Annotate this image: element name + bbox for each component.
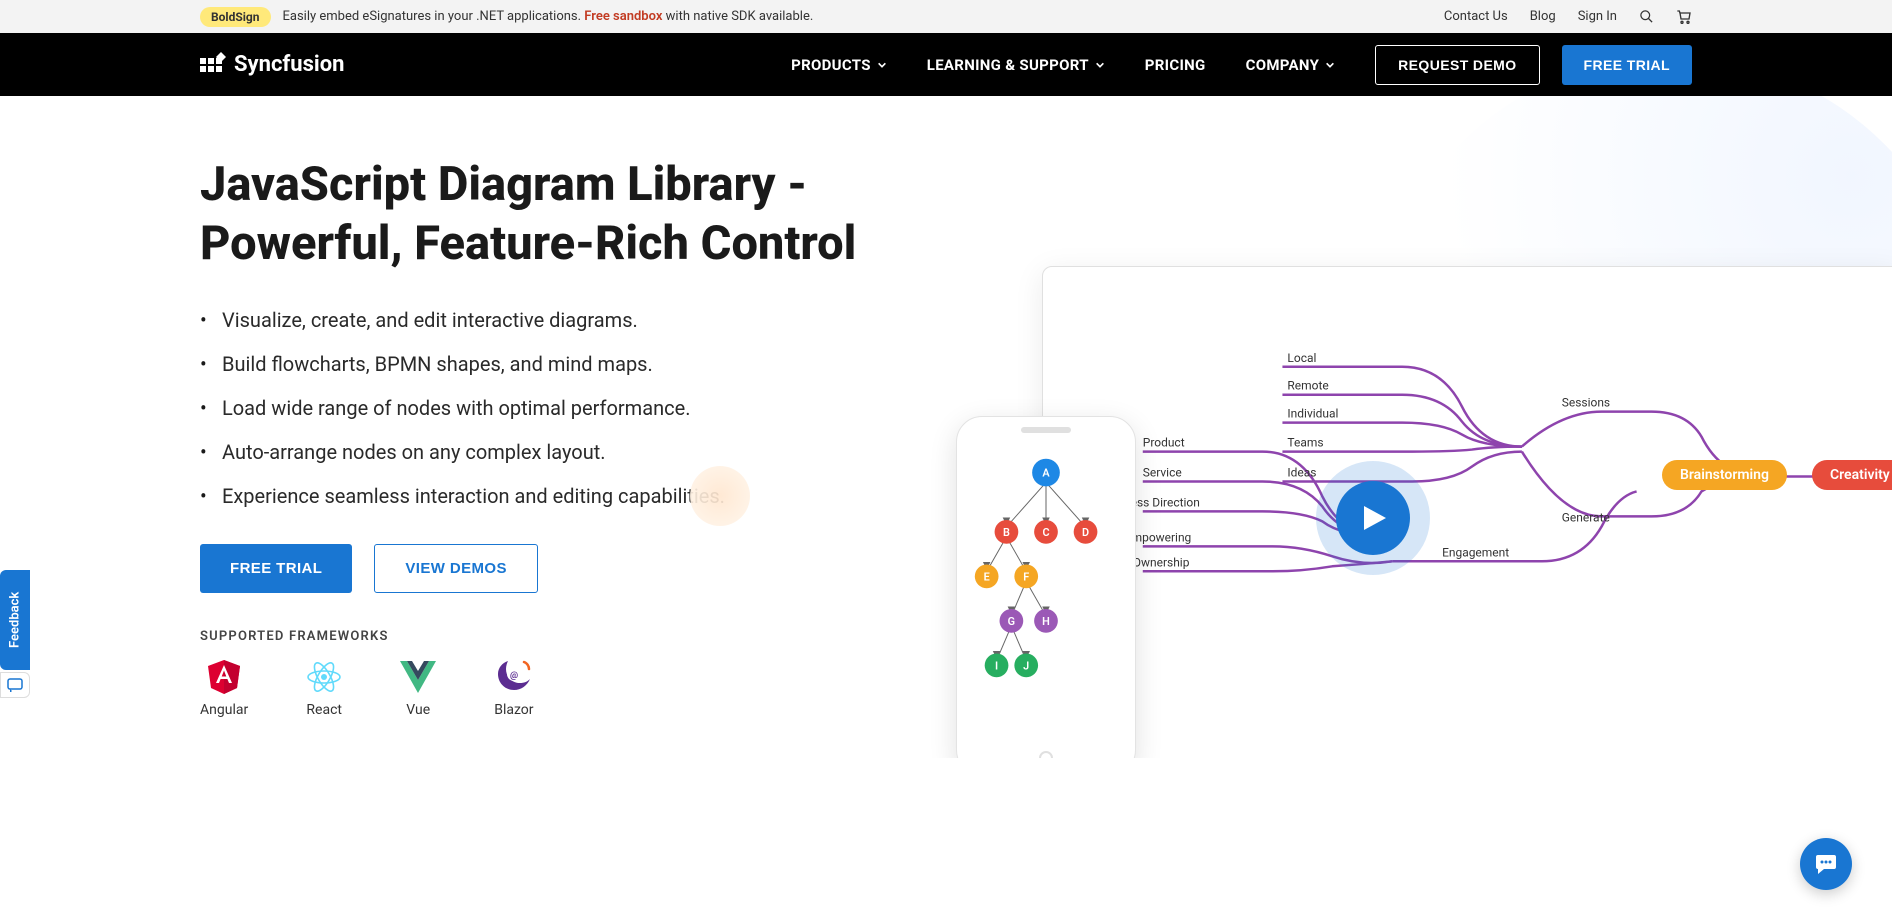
svg-text:G: G [1008, 615, 1015, 628]
chevron-down-icon [1095, 60, 1105, 70]
hero-section: JavaScript Diagram Library - Powerful, F… [0, 96, 1892, 758]
angular-icon [208, 660, 240, 694]
framework-vue[interactable]: Vue [400, 660, 436, 718]
svg-text:@: @ [510, 671, 518, 681]
react-icon [306, 660, 342, 694]
hero-illustration: Product Service Business Direction Empow… [892, 186, 1892, 746]
announcement-left: BoldSign Easily embed eSignatures in you… [200, 7, 813, 27]
announcement-text: Easily embed eSignatures in your .NET ap… [283, 9, 814, 24]
announcement-post: with native SDK available. [662, 9, 813, 24]
cart-icon[interactable] [1676, 9, 1692, 25]
framework-list: Angular React Vue @ Blazor [200, 660, 860, 718]
svg-text:Sessions: Sessions [1562, 396, 1610, 410]
svg-text:C: C [1042, 526, 1049, 539]
brainstorming-node: Brainstorming [1662, 460, 1787, 490]
framework-blazor[interactable]: @ Blazor [494, 660, 533, 718]
free-trial-hero-button[interactable]: FREE TRIAL [200, 544, 352, 593]
logo-text: Syncfusion [234, 52, 344, 77]
play-icon [1364, 506, 1386, 530]
svg-text:Engagement: Engagement [1442, 545, 1509, 559]
svg-text:Ideas: Ideas [1287, 466, 1316, 480]
svg-text:Ownership: Ownership [1133, 555, 1190, 569]
top-announcement-bar: BoldSign Easily embed eSignatures in you… [0, 0, 1892, 33]
chevron-down-icon [877, 60, 887, 70]
feedback-message-icon[interactable] [0, 672, 30, 698]
svg-text:Local: Local [1287, 351, 1316, 365]
free-sandbox-link[interactable]: Free sandbox [584, 9, 662, 24]
hero-cta-row: FREE TRIAL VIEW DEMOS [200, 544, 860, 593]
svg-text:Service: Service [1143, 466, 1182, 480]
svg-text:Remote: Remote [1287, 379, 1328, 393]
play-video-button[interactable] [1336, 481, 1410, 555]
svg-text:Individual: Individual [1287, 407, 1338, 421]
hero-title: JavaScript Diagram Library - Powerful, F… [200, 156, 860, 274]
feedback-tab[interactable]: Feedback [0, 570, 30, 670]
search-icon[interactable] [1639, 9, 1654, 24]
vue-icon [400, 660, 436, 694]
contact-us-link[interactable]: Contact Us [1444, 9, 1508, 24]
svg-text:B: B [1003, 526, 1010, 539]
nav-products-label: PRODUCTS [791, 56, 871, 74]
chat-widget-button[interactable] [1800, 838, 1852, 890]
nav-pricing[interactable]: PRICING [1145, 56, 1206, 74]
svg-text:I: I [995, 659, 998, 672]
hero-left: JavaScript Diagram Library - Powerful, F… [200, 156, 860, 718]
nav-pricing-label: PRICING [1145, 56, 1206, 74]
request-demo-button[interactable]: REQUEST DEMO [1375, 45, 1539, 85]
supported-label: SUPPORTED FRAMEWORKS [200, 629, 860, 644]
blog-link[interactable]: Blog [1530, 9, 1556, 24]
svg-text:A: A [1042, 467, 1050, 480]
feature-item: Load wide range of nodes with optimal pe… [200, 396, 860, 420]
chat-icon [1814, 853, 1838, 875]
framework-react[interactable]: React [306, 660, 342, 718]
svg-text:F: F [1023, 570, 1029, 583]
svg-text:J: J [1023, 659, 1029, 672]
nav-actions: REQUEST DEMO FREE TRIAL [1375, 45, 1692, 85]
framework-label: Angular [200, 702, 248, 718]
syncfusion-logo[interactable]: Syncfusion [200, 52, 344, 78]
boldsign-badge[interactable]: BoldSign [200, 7, 271, 27]
svg-text:E: E [984, 570, 990, 583]
svg-text:D: D [1082, 526, 1089, 539]
framework-label: Blazor [494, 702, 533, 718]
framework-label: React [306, 702, 342, 718]
nav-learning-label: LEARNING & SUPPORT [927, 56, 1089, 74]
svg-text:Product: Product [1143, 436, 1185, 450]
svg-text:Teams: Teams [1287, 436, 1323, 450]
creativity-node: Creativity [1812, 460, 1892, 490]
chevron-down-icon [1325, 60, 1335, 70]
nav-company-label: COMPANY [1246, 56, 1320, 74]
nav-company[interactable]: COMPANY [1246, 56, 1336, 74]
hero-feature-list: Visualize, create, and edit interactive … [200, 308, 860, 508]
supported-frameworks: SUPPORTED FRAMEWORKS Angular React Vue @… [200, 629, 860, 718]
view-demos-button[interactable]: VIEW DEMOS [374, 544, 538, 593]
feature-item: Auto-arrange nodes on any complex layout… [200, 440, 860, 464]
svg-text:Generate: Generate [1562, 510, 1610, 524]
framework-label: Vue [406, 702, 430, 718]
nav-learning[interactable]: LEARNING & SUPPORT [927, 56, 1105, 74]
feature-item: Visualize, create, and edit interactive … [200, 308, 860, 332]
nav-menu: PRODUCTS LEARNING & SUPPORT PRICING COMP… [791, 56, 1335, 74]
decorative-circle [690, 466, 750, 526]
main-navbar: Syncfusion PRODUCTS LEARNING & SUPPORT P… [0, 33, 1892, 96]
topbar-right: Contact Us Blog Sign In [1444, 9, 1692, 25]
logo-icon [200, 52, 226, 78]
nav-products[interactable]: PRODUCTS [791, 56, 887, 74]
framework-angular[interactable]: Angular [200, 660, 248, 718]
desktop-mockup: Product Service Business Direction Empow… [1042, 266, 1892, 758]
feature-item: Build flowcharts, BPMN shapes, and mind … [200, 352, 860, 376]
feature-item: Experience seamless interaction and edit… [200, 484, 860, 508]
phone-mockup: A B C D E F G H I J [956, 416, 1136, 758]
sign-in-link[interactable]: Sign In [1578, 9, 1617, 24]
tree-diagram: A B C D E F G H I J [957, 433, 1135, 758]
free-trial-nav-button[interactable]: FREE TRIAL [1562, 45, 1692, 85]
announcement-pre: Easily embed eSignatures in your .NET ap… [283, 9, 585, 24]
svg-text:H: H [1042, 615, 1050, 628]
blazor-icon: @ [496, 660, 532, 694]
mindmap-diagram: Product Service Business Direction Empow… [1043, 267, 1892, 758]
